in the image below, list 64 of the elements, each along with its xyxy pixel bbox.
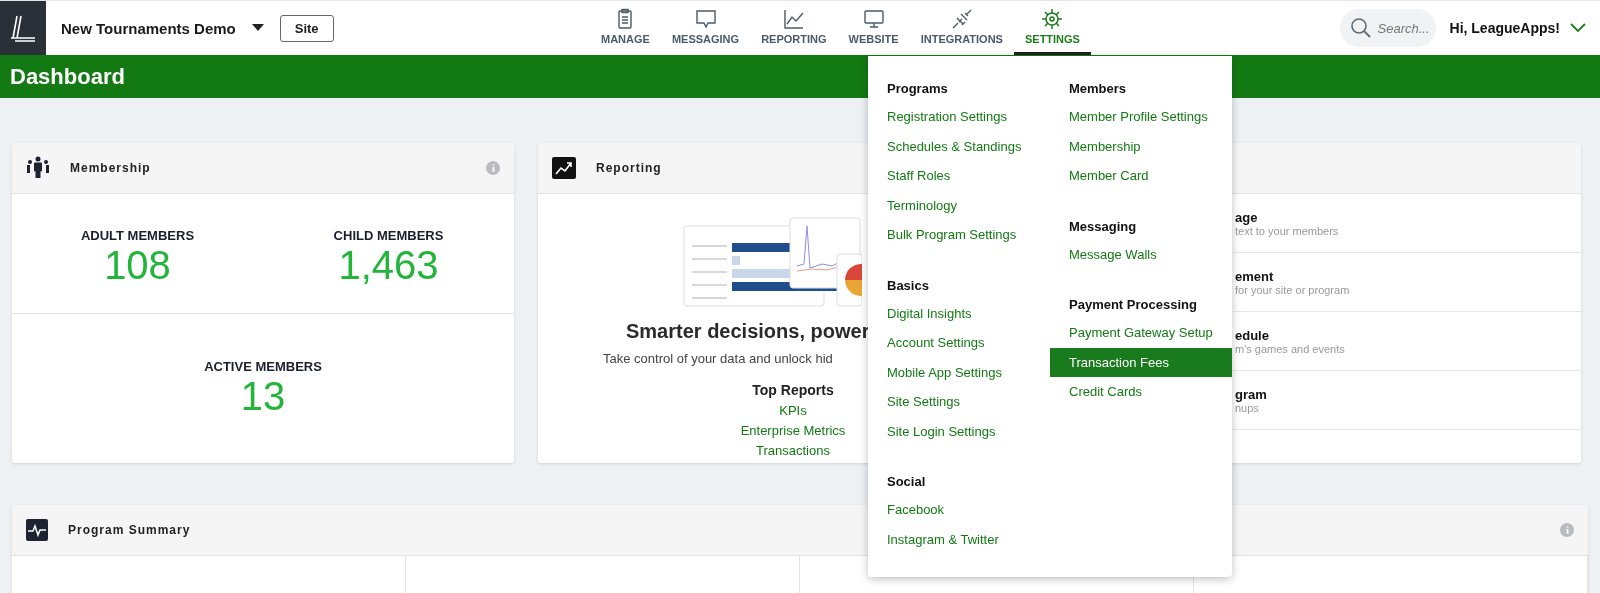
speech-bubble-icon [694,8,717,30]
quick-action-row[interactable]: edule m's games and events [1233,312,1581,371]
top-reports-heading: Top Reports [752,382,834,398]
monitor-icon [862,8,885,30]
menu-section-heading: Social [886,473,927,491]
trend-chart-icon [552,157,576,179]
chevron-down-icon [1570,23,1586,33]
menu-item[interactable]: Member Card [1050,161,1232,191]
card-title: Reporting [596,161,662,175]
menu-item[interactable]: Message Walls [1050,239,1232,269]
menu-item[interactable]: Staff Roles [868,161,1050,191]
menu-item[interactable]: Terminology [868,190,1050,220]
card-title: Program Summary [68,523,191,537]
menu-item[interactable]: Facebook [868,495,1050,525]
quick-action-row[interactable]: age text to your members [1233,194,1581,253]
menu-item[interactable]: Member Profile Settings [1050,102,1232,132]
report-link[interactable]: KPIs [779,403,807,418]
menu-item[interactable]: Site Settings [868,387,1050,417]
stat-label: ADULT MEMBERS [80,228,195,243]
nav-tab[interactable]: INTEGRATIONS [909,1,1014,55]
menu-section-heading: Messaging [1068,217,1138,236]
page-title: Dashboard [10,63,125,90]
stat-value: 1,463 [338,243,439,287]
search-field[interactable]: Search... [1339,9,1436,47]
site-button[interactable]: Site [279,14,334,42]
quick-action-row[interactable]: ement for your site or program [1233,253,1581,312]
organization-name[interactable]: New Tournaments Demo [61,19,236,37]
stat-value: 13 [240,373,286,418]
menu-item[interactable]: Transaction Fees [1050,347,1232,377]
menu-item[interactable]: Mobile App Settings [868,357,1050,387]
quick-action-row[interactable]: gram nups [1233,371,1581,430]
nav-tab[interactable]: WEBSITE [837,1,910,55]
menu-section-heading: Basics [886,276,930,295]
promo-subtitle: Take control of your data and unlock hid [603,351,834,366]
user-menu[interactable]: Hi, LeagueApps! [1449,20,1586,36]
people-icon [26,156,50,180]
pulse-icon [26,519,48,541]
menu-item[interactable]: Site Login Settings [868,416,1050,446]
line-chart-icon [782,8,805,30]
nav-tab[interactable]: REPORTING [750,1,838,55]
menu-item[interactable]: Membership [1050,131,1232,161]
stat-value: 108 [104,243,171,287]
menu-item[interactable]: Registration Settings [868,102,1050,132]
nav-tab[interactable]: MESSAGING [660,1,751,55]
menu-item[interactable]: Instagram & Twitter [868,524,1050,554]
menu-item[interactable]: Digital Insights [868,298,1050,328]
logo-icon[interactable] [0,1,46,55]
settings-icon [1041,8,1064,30]
nav-tab[interactable]: MANAGE [590,1,661,55]
menu-section-heading: Payment Processing [1068,296,1198,314]
stat-label: ACTIVE MEMBERS [204,358,322,374]
menu-item[interactable]: Account Settings [868,328,1050,358]
menu-item[interactable]: Schedules & Standings [868,131,1050,161]
menu-item[interactable]: Bulk Program Settings [868,220,1050,250]
stat-label: CHILD MEMBERS [333,228,444,243]
caret-icon[interactable] [251,24,264,32]
menu-section-heading: Programs [886,80,949,98]
plug-icon [950,8,973,30]
menu-item[interactable]: Credit Cards [1050,377,1232,407]
menu-section-heading: Members [1068,80,1128,98]
report-link[interactable]: Transactions [756,443,830,458]
report-link[interactable]: Enterprise Metrics [740,423,846,438]
card-title: Membership [70,161,151,175]
menu-item[interactable]: Payment Gateway Setup [1050,318,1232,348]
